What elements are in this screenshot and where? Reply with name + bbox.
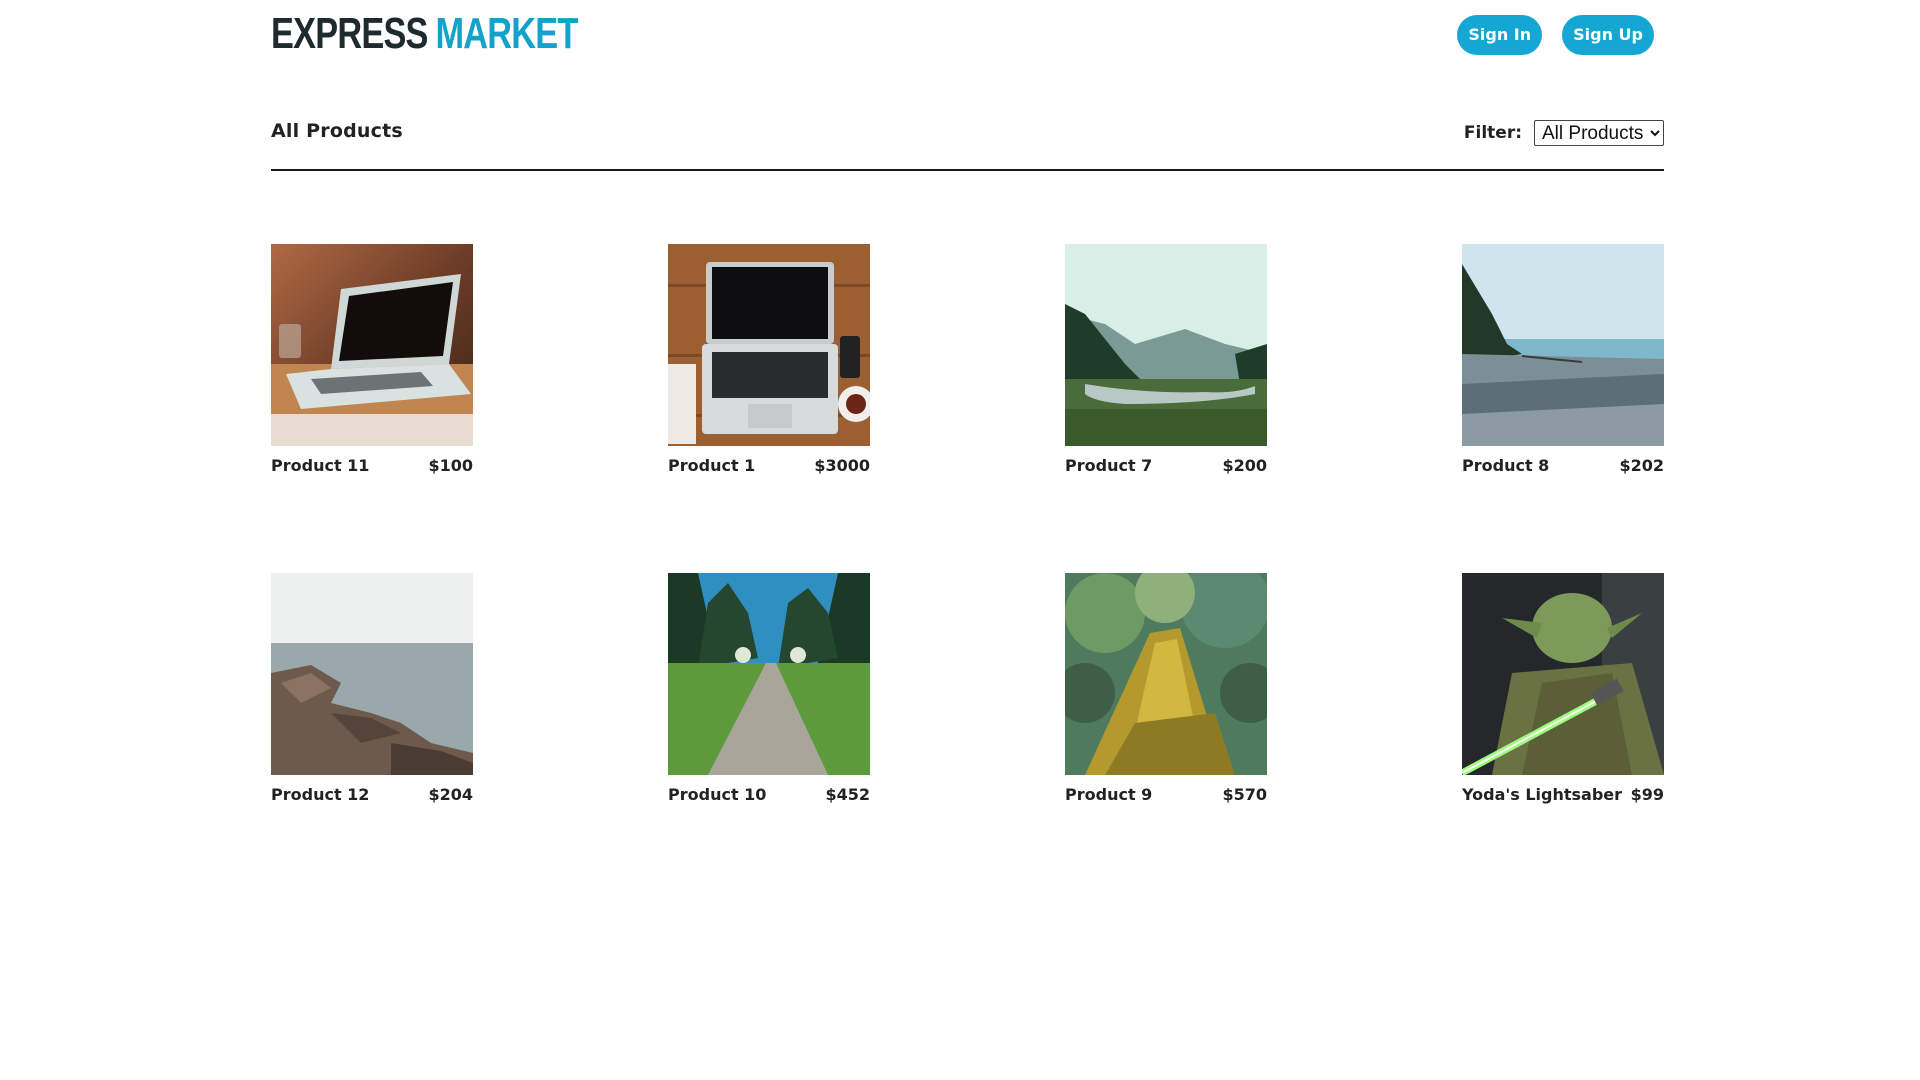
- brand-logo-part1: EXPRESS: [271, 9, 428, 58]
- page-title: All Products: [271, 120, 403, 142]
- auth-buttons: Sign In Sign Up: [1457, 15, 1654, 55]
- brand-logo-part2: MARKET: [435, 9, 578, 58]
- product-grid: Product 11 $100 Product 1 $3000 Product …: [271, 244, 1664, 804]
- product-price: $204: [428, 785, 473, 804]
- product-card[interactable]: Yoda's Lightsaber $99: [1462, 573, 1664, 804]
- product-price: $3000: [814, 456, 870, 475]
- product-price: $202: [1619, 456, 1664, 475]
- sign-up-button[interactable]: Sign Up: [1562, 15, 1654, 55]
- products-toolbar: All Products Filter: All Products: [271, 120, 1664, 170]
- site-header: EXPRESS MARKET Sign In Sign Up: [271, 0, 1664, 80]
- product-card[interactable]: Product 10 $452: [668, 573, 870, 804]
- sign-in-button[interactable]: Sign In: [1457, 15, 1543, 55]
- product-name[interactable]: Product 7: [1065, 456, 1152, 475]
- product-card[interactable]: Product 7 $200: [1065, 244, 1267, 475]
- product-price: $100: [428, 456, 473, 475]
- forest-path-photo[interactable]: [668, 573, 870, 775]
- yoda-lightsaber-photo[interactable]: [1462, 573, 1664, 775]
- product-name[interactable]: Product 1: [668, 456, 755, 475]
- filter-label: Filter:: [1463, 123, 1522, 143]
- beach-shore-photo[interactable]: [1462, 244, 1664, 446]
- product-price: $200: [1222, 456, 1267, 475]
- rocky-coast-photo[interactable]: [271, 573, 473, 775]
- product-card[interactable]: Product 11 $100: [271, 244, 473, 475]
- header-divider: [271, 169, 1664, 171]
- product-name[interactable]: Product 8: [1462, 456, 1549, 475]
- mossy-log-photo[interactable]: [1065, 573, 1267, 775]
- filter-select[interactable]: All Products: [1534, 120, 1664, 146]
- product-name[interactable]: Product 9: [1065, 785, 1152, 804]
- page-container: EXPRESS MARKET Sign In Sign Up All Produc…: [271, 0, 1664, 804]
- product-price: $99: [1630, 785, 1664, 804]
- product-name[interactable]: Product 11: [271, 456, 369, 475]
- product-card[interactable]: Product 8 $202: [1462, 244, 1664, 475]
- laptop-desk-photo[interactable]: [668, 244, 870, 446]
- brand-logo[interactable]: EXPRESS MARKET: [271, 10, 578, 58]
- product-name[interactable]: Yoda's Lightsaber: [1462, 785, 1622, 804]
- product-price: $452: [825, 785, 870, 804]
- filter-control: Filter: All Products: [1464, 120, 1664, 146]
- river-valley-photo[interactable]: [1065, 244, 1267, 446]
- laptop-photo[interactable]: [271, 244, 473, 446]
- product-name[interactable]: Product 12: [271, 785, 369, 804]
- product-card[interactable]: Product 12 $204: [271, 573, 473, 804]
- product-card[interactable]: Product 9 $570: [1065, 573, 1267, 804]
- product-card[interactable]: Product 1 $3000: [668, 244, 870, 475]
- product-name[interactable]: Product 10: [668, 785, 766, 804]
- product-price: $570: [1222, 785, 1267, 804]
